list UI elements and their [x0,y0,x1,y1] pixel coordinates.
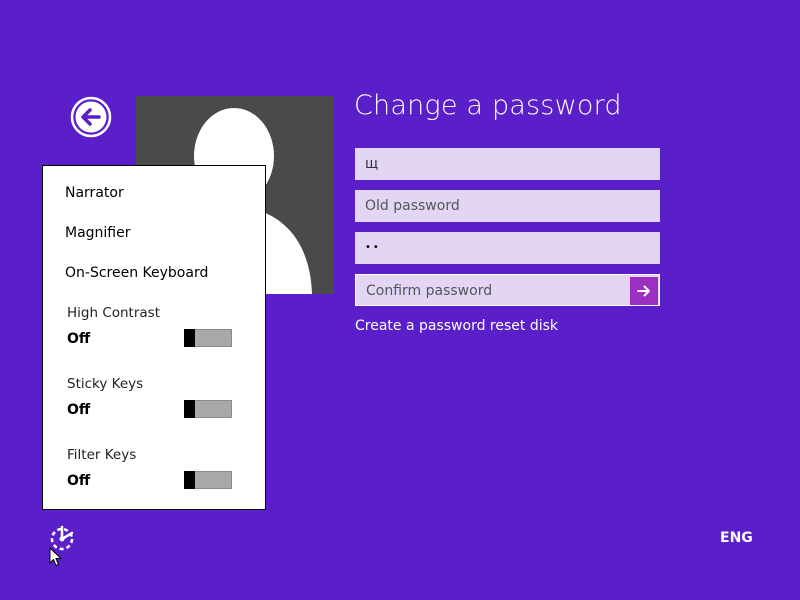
high-contrast-state: Off [67,331,91,347]
mouse-pointer-icon [49,547,63,567]
filter-keys-label: Filter Keys [67,447,137,463]
menu-item-on-screen-keyboard[interactable]: On-Screen Keyboard [65,265,208,281]
filter-keys-state: Off [67,473,91,489]
arrow-right-icon [637,285,650,297]
back-arrow-icon [70,96,112,138]
menu-item-magnifier[interactable]: Magnifier [65,225,131,241]
language-indicator[interactable]: ENG [720,530,753,546]
ease-of-access-menu: Narrator Magnifier On-Screen Keyboard Hi… [42,165,266,510]
confirm-password-field[interactable]: Confirm password [355,274,660,306]
sticky-keys-state: Off [67,402,91,418]
password-reset-disk-link[interactable]: Create a password reset disk [355,318,558,334]
filter-keys-toggle[interactable] [184,471,232,489]
page-title: Change a password [354,90,622,121]
old-password-field[interactable]: Old password [355,190,660,222]
high-contrast-label: High Contrast [67,305,161,321]
submit-button[interactable] [630,277,658,305]
sticky-keys-label: Sticky Keys [67,376,144,392]
back-button[interactable] [70,96,112,138]
high-contrast-toggle[interactable] [184,329,232,347]
current-password-field[interactable]: щ [355,148,660,180]
sticky-keys-toggle[interactable] [184,400,232,418]
menu-item-narrator[interactable]: Narrator [65,185,124,201]
new-password-field[interactable]: •• [355,232,660,264]
